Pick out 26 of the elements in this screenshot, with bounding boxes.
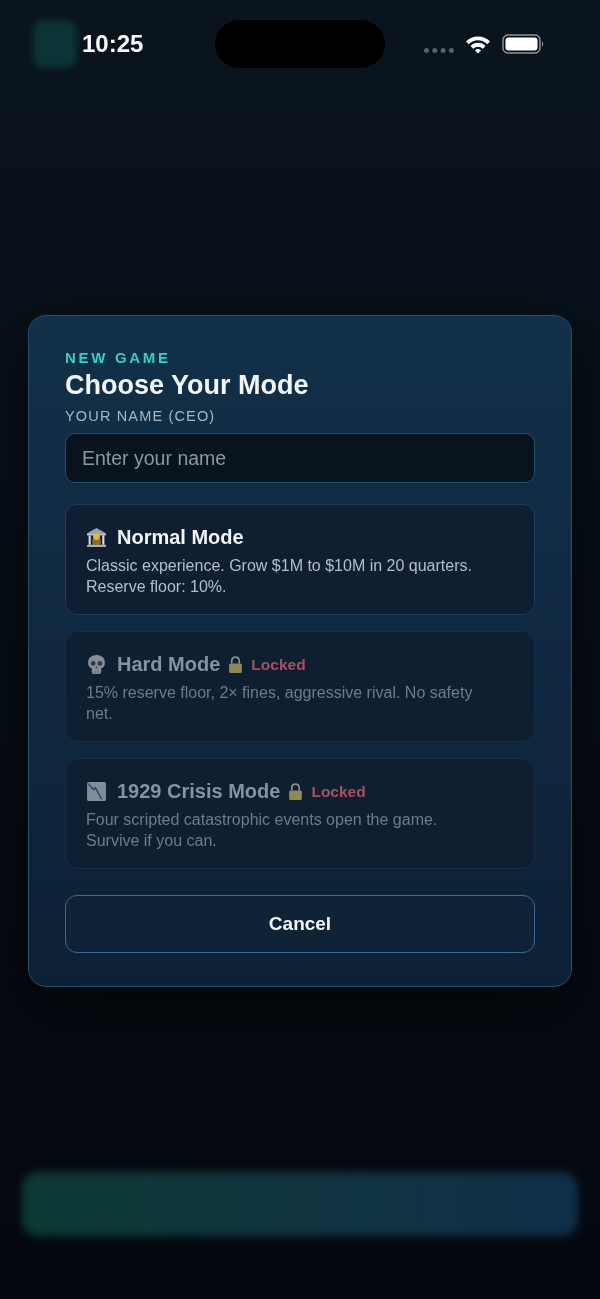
blurred-app-icon (33, 19, 77, 68)
skull-icon (86, 653, 107, 675)
locked-label: Locked (311, 782, 366, 802)
locked-label: Locked (251, 655, 306, 675)
mode-card[interactable]: Normal Mode Classic experience. Grow $1M to $10M in 20 quarters. Reserve floor: 10%. (65, 504, 535, 615)
chart-decreasing-icon (86, 780, 107, 802)
wifi-icon (465, 34, 491, 54)
lock-icon (288, 782, 304, 800)
mode-card[interactable]: Hard Mode Locked 15% reserve floor, 2× fines, aggressive rival. No safety net. (65, 631, 535, 742)
mode-description: 15% reserve floor, 2× fines, aggressive rival. No safety net. (86, 683, 474, 724)
dialog-title: Choose Your Mode (65, 369, 310, 401)
mode-description: Classic experience. Grow $1M to $10M in 20 quarters. Reserve floor: 10%. (86, 556, 473, 597)
cancel-button[interactable]: Cancel (65, 895, 535, 953)
status-time: 10:25 (82, 30, 144, 58)
signal-icon (424, 47, 454, 53)
name-input[interactable]: Enter your name (65, 433, 535, 483)
lock-icon (228, 655, 244, 673)
mode-title: Hard Mode (117, 652, 221, 677)
bank-icon (86, 526, 107, 548)
mode-description: Four scripted catastrophic events open the game. Survive if you can. (86, 810, 439, 851)
name-field-label: YOUR NAME (CEO) (65, 407, 217, 425)
mode-title: 1929 Crisis Mode (117, 779, 281, 804)
dialog-eyebrow: NEW GAME (65, 349, 172, 367)
mode-card[interactable]: 1929 Crisis Mode Locked Four scripted catastrophic events open the game. Survive if you can. (65, 758, 535, 869)
mode-title: Normal Mode (117, 525, 244, 550)
battery-icon (502, 34, 545, 54)
